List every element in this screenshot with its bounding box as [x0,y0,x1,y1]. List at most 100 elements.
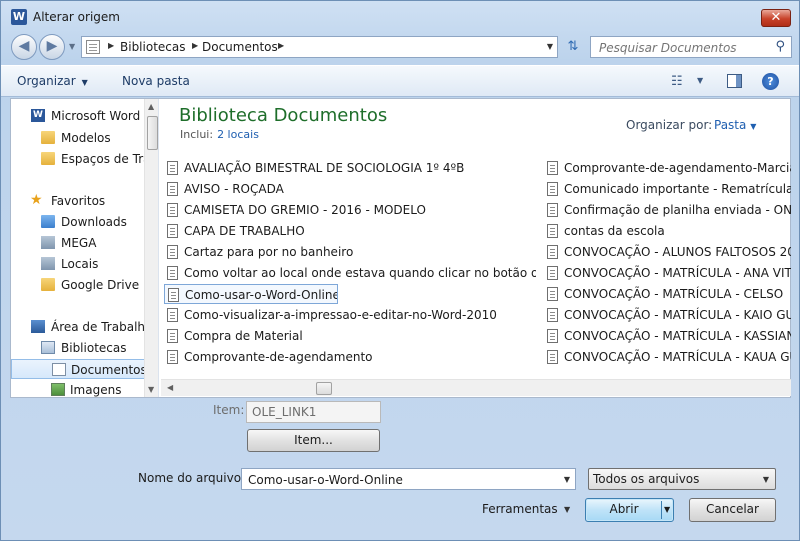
item-button[interactable]: Item... [247,429,380,452]
document-icon [547,287,558,301]
file-item[interactable]: CAPA DE TRABALHO [164,221,536,241]
search-icon[interactable]: ⚲ [775,39,785,54]
item-field: OLE_LINK1 [246,401,381,423]
filename-label: Nome do arquivo: [138,471,246,485]
chevron-down-icon[interactable]: ▼ [547,42,553,51]
document-icon [167,203,178,217]
address-bar[interactable]: ▶ Bibliotecas ▶ Documentos ▶ ▼ [81,36,558,58]
nav-item-documentos[interactable]: Documentos [11,359,147,379]
file-name: Cartaz para por no banheiro [184,245,354,259]
file-item[interactable]: Comprovante-de-agendamento-Marcia-Julia [544,158,791,178]
chevron-down-icon[interactable]: ▼ [697,76,703,85]
scroll-up-icon[interactable]: ▲ [148,102,154,111]
file-item[interactable]: AVISO - ROÇADA [164,179,536,199]
browser-area: W Microsoft Word Modelos Espaços de Trab… [10,98,791,398]
chevron-down-icon[interactable]: ▼ [564,505,570,514]
chevron-right-icon[interactable]: ▶ [192,41,198,50]
file-name: Compra de Material [184,329,303,343]
nav-item-area-de-trabalho[interactable]: Área de Trabalho [11,317,152,337]
arrange-by-dropdown[interactable]: Pasta ▼ [714,118,756,132]
scroll-thumb[interactable] [316,382,332,395]
nav-item-downloads[interactable]: Downloads [11,212,145,232]
new-folder-button[interactable]: Nova pasta [122,74,190,88]
view-options-icon[interactable]: ☷ [671,74,683,89]
nav-item-locais[interactable]: Locais [11,254,145,274]
file-item[interactable]: Como voltar ao local onde estava quando … [164,263,536,283]
chevron-right-icon[interactable]: ▶ [108,41,114,50]
close-button[interactable]: ✕ [761,9,791,27]
open-button[interactable]: Abrir ▼ [585,498,674,522]
nav-item-label: Documentos [71,363,147,377]
nav-item-mega[interactable]: MEGA [11,233,145,253]
help-icon[interactable]: ? [762,73,779,90]
nav-item-label: Google Drive [61,278,140,292]
includes-locations-link[interactable]: 2 locais [217,128,259,141]
search-box[interactable]: ⚲ [590,36,792,58]
drive-icon [41,236,55,249]
file-item[interactable]: CONVOCAÇÃO - ALUNOS FALTOSOS 2019 [544,242,791,262]
nav-item-imagens[interactable]: Imagens [11,380,145,397]
document-icon [167,308,178,322]
tools-menu[interactable]: Ferramentas [482,502,558,516]
scroll-left-icon[interactable]: ◀ [167,383,173,392]
preview-pane-icon[interactable] [727,74,742,88]
library-icon [86,40,100,54]
file-name: contas da escola [564,224,665,238]
nav-scrollbar[interactable]: ▲ ▼ [144,99,158,397]
file-name: Como voltar ao local onde estava quando … [184,266,536,280]
file-item[interactable]: Comunicado importante - Rematrícula [544,179,791,199]
file-item[interactable]: CONVOCAÇÃO - MATRÍCULA - ANA VITÓRIA [544,263,791,283]
file-item[interactable]: Como-usar-o-Word-Online [164,284,338,304]
file-item[interactable]: contas da escola [544,221,791,241]
breadcrumb-bibliotecas[interactable]: Bibliotecas [120,40,185,54]
file-item[interactable]: CONVOCAÇÃO - MATRÍCULA - KAIO GUTIERREZ [544,305,791,325]
nav-item-espacos-de-trabalho[interactable]: Espaços de Trab [11,149,158,169]
nav-item-label: Imagens [70,383,122,397]
includes-label: Inclui: [180,128,214,141]
document-icon [167,224,178,238]
file-type-select[interactable]: Todos os arquivos ▼ [588,468,776,490]
file-name: Como-usar-o-Word-Online [185,288,338,302]
organize-label: Organizar [17,74,76,88]
window-title: Alterar origem [33,10,120,24]
cancel-button[interactable]: Cancelar [689,498,776,522]
arrow-left-icon: ◀ [18,38,30,54]
breadcrumb-documentos[interactable]: Documentos [202,40,278,54]
chevron-down-icon[interactable]: ▼ [564,475,570,484]
nav-item-bibliotecas[interactable]: Bibliotecas [11,338,145,358]
file-item[interactable]: Confirmação de planilha enviada - ONC [544,200,791,220]
file-item[interactable]: Comprovante-de-agendamento [164,347,536,367]
nav-item-microsoft-word[interactable]: W Microsoft Word [11,106,145,126]
organize-button[interactable]: Organizar ▼ [17,74,88,88]
back-button[interactable]: ◀ [11,34,37,60]
dialog-window: W Alterar origem ✕ ◀ ▶ ▼ ▶ Bibliotecas ▶… [0,0,800,541]
file-item[interactable]: Compra de Material [164,326,536,346]
chevron-down-icon[interactable]: ▼ [664,505,670,514]
refresh-button[interactable]: ⇅ [562,37,584,57]
nav-item-favoritos[interactable]: ★ Favoritos [11,191,145,211]
filename-input[interactable] [246,472,546,488]
file-item[interactable]: Cartaz para por no banheiro [164,242,536,262]
file-item[interactable]: CONVOCAÇÃO - MATRÍCULA - KASSIANE [544,326,791,346]
forward-button[interactable]: ▶ [39,34,65,60]
chevron-right-icon[interactable]: ▶ [278,41,284,50]
chevron-down-icon: ▼ [81,78,88,87]
file-name: CONVOCAÇÃO - MATRÍCULA - CELSO [564,287,784,301]
item-label: Item: [213,403,245,417]
file-item[interactable]: AVALIAÇÃO BIMESTRAL DE SOCIOLOGIA 1º 4ºB [164,158,536,178]
file-item[interactable]: CAMISETA DO GREMIO - 2016 - MODELO [164,200,536,220]
nav-item-google-drive[interactable]: Google Drive [11,275,145,295]
file-item[interactable]: CONVOCAÇÃO - MATRÍCULA - CELSO [544,284,791,304]
file-item[interactable]: CONVOCAÇÃO - MATRÍCULA - KAUA GUSTAVO [544,347,791,367]
filename-combobox[interactable]: ▼ [241,468,576,490]
search-input[interactable] [597,40,767,56]
file-name: Comprovante-de-agendamento-Marcia-Julia [564,161,791,175]
nav-item-modelos[interactable]: Modelos [11,128,145,148]
file-name: AVISO - ROÇADA [184,182,284,196]
file-item[interactable]: Como-visualizar-a-impressao-e-editar-no-… [164,305,536,325]
scroll-down-icon[interactable]: ▼ [148,385,154,394]
recent-locations-dropdown[interactable]: ▼ [69,42,75,51]
command-bar: Organizar ▼ Nova pasta ☷ ▼ ? [1,65,799,97]
scroll-thumb[interactable] [147,116,158,150]
file-list-scrollbar[interactable]: ◀ [161,379,791,396]
